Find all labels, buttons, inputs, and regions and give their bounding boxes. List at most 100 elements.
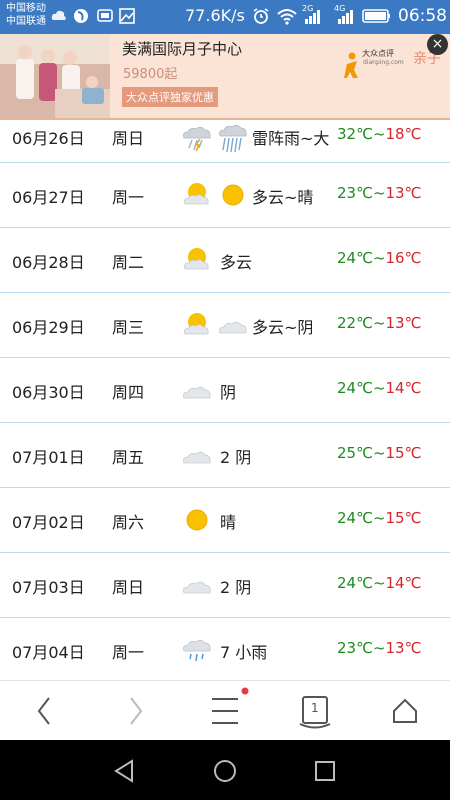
forecast-condition: 多云 [220,253,253,272]
forecast-weekday: 周日 [112,129,145,148]
high-temp: 24℃ [337,379,373,397]
carrier-labels: 中国移动 中国联通 [6,2,46,28]
forecast-temperature: 24℃~16℃ [337,249,421,267]
forecast-date: 07月01日 [12,448,85,467]
carrier-2: 中国联通 [6,16,46,27]
partly-cloudy-icon [184,248,209,270]
ad-close-button[interactable]: × [427,34,448,55]
low-temp: 14℃ [385,379,422,397]
forecast-row[interactable]: 07月01日 周五 2 阴 25℃~15℃ [0,423,450,488]
forecast-row[interactable]: 07月03日 周日 2 阴 24℃~14℃ [0,553,450,618]
ad-price: 59800起 [123,67,178,82]
forecast-temperature: 24℃~14℃ [337,379,421,397]
forecast-temperature: 23℃~13℃ [337,639,421,657]
forecast-weekday: 周六 [112,513,145,532]
low-temp: 14℃ [385,574,422,592]
battery-icon [362,9,390,23]
carrier-1: 中国移动 [6,3,46,14]
message-notification-icon [97,9,113,22]
menu-button[interactable] [180,681,270,741]
chevron-left-icon [37,697,50,725]
low-temp: 15℃ [385,509,422,527]
forecast-weekday: 周日 [112,578,145,597]
ad-logo-text: 大众点评 [362,49,394,58]
temp-separator: ~ [372,125,386,143]
forecast-row[interactable]: 06月26日 周日 雷阵雨~大 32℃~18℃ [0,118,450,163]
forecast-row[interactable]: 07月02日 周六 晴 24℃~15℃ [0,488,450,553]
forecast-condition: 2 阴 [220,448,252,467]
forecast-temperature: 24℃~15℃ [337,509,421,527]
temp-separator: ~ [372,249,386,267]
forecast-row[interactable]: 06月30日 周四 阴 24℃~14℃ [0,358,450,423]
tabs-button[interactable]: 1 [270,681,360,741]
forecast-row[interactable]: 06月28日 周二 多云 24℃~16℃ [0,228,450,293]
chevron-right-icon [130,697,143,725]
system-back-icon[interactable] [110,756,140,786]
status-bar: 中国移动 中国联通 77.6K/s 2G 4G 06:58 [0,0,450,34]
forecast-row[interactable]: 06月29日 周三 多云~阴 22℃~13℃ [0,293,450,358]
low-temp: 16℃ [385,249,422,267]
partly-cloudy-icon [184,183,209,205]
system-recents-icon[interactable] [310,756,340,786]
ad-photo[interactable] [0,34,110,118]
ad-promo-tag: 大众点评独家优惠 [122,87,218,107]
wifi-icon [277,9,297,25]
tabs-count: 1 [311,701,319,715]
forecast-temperature: 32℃~18℃ [337,125,421,143]
forecast-date: 06月27日 [12,188,85,207]
status-time: 06:58 [398,6,447,26]
forward-button[interactable] [90,681,180,741]
alarm-icon [253,8,269,24]
forecast-row[interactable]: 07月04日 周一 7 小雨 23℃~13℃ [0,618,450,683]
sunny-icon [186,509,208,531]
high-temp: 23℃ [337,184,373,202]
forecast-weekday: 周四 [112,383,145,402]
ad-title[interactable]: 美满国际月子中心 [122,38,242,59]
heavy-rain-icon [219,124,247,153]
low-temp: 13℃ [385,184,422,202]
overcast-icon [183,386,211,399]
forecast-temperature: 23℃~13℃ [337,184,421,202]
forecast-weekday: 周五 [112,448,145,467]
forecast-condition: 2 阴 [220,578,252,597]
partly-cloudy-icon [184,313,209,335]
back-button[interactable] [0,681,90,741]
system-navigation-bar [0,740,450,800]
forecast-weekday: 周三 [112,318,145,337]
forecast-condition: 多云~晴 [252,188,314,207]
forecast-date: 07月04日 [12,643,85,662]
temp-separator: ~ [372,379,386,397]
temp-separator: ~ [372,314,386,332]
temp-separator: ~ [372,509,386,527]
forecast-weekday: 周一 [112,188,145,207]
signal-strength-2-icon [338,10,353,24]
signal-strength-1-icon [305,10,320,24]
system-home-icon[interactable] [210,756,240,786]
cloud-notification-icon [51,10,66,20]
forecast-row[interactable]: 06月27日 周一 多云~晴 23℃~13℃ [0,163,450,228]
high-temp: 22℃ [337,314,373,332]
forecast-date: 06月28日 [12,253,85,272]
overcast-icon [183,451,211,464]
ad-photo-illustration [0,34,110,118]
high-temp: 23℃ [337,639,373,657]
sunny-icon [222,184,244,206]
ad-logo-domain: dianping.com [363,59,404,66]
high-temp: 24℃ [337,249,373,267]
browser-notification-icon [74,9,88,23]
temp-separator: ~ [372,444,386,462]
low-temp: 13℃ [385,314,422,332]
browser-toolbar: 1 [0,680,450,741]
forecast-date: 06月26日 [12,129,85,148]
light-rain-icon [183,639,211,662]
forecast-date: 07月03日 [12,578,85,597]
home-button[interactable] [360,681,450,741]
forecast-weekday: 周一 [112,643,145,662]
ad-banner[interactable]: 美满国际月子中心 59800起 大众点评独家优惠 大众点评 dianping.c… [0,34,450,120]
forecast-condition: 阴 [220,383,237,402]
forecast-weekday: 周二 [112,253,145,272]
forecast-date: 06月30日 [12,383,85,402]
temp-separator: ~ [372,184,386,202]
low-temp: 15℃ [385,444,422,462]
forecast-list: 06月26日 周日 雷阵雨~大 32℃~18℃ 06月27日 周一 多云~晴 23℃~13℃ 0… [0,118,450,683]
